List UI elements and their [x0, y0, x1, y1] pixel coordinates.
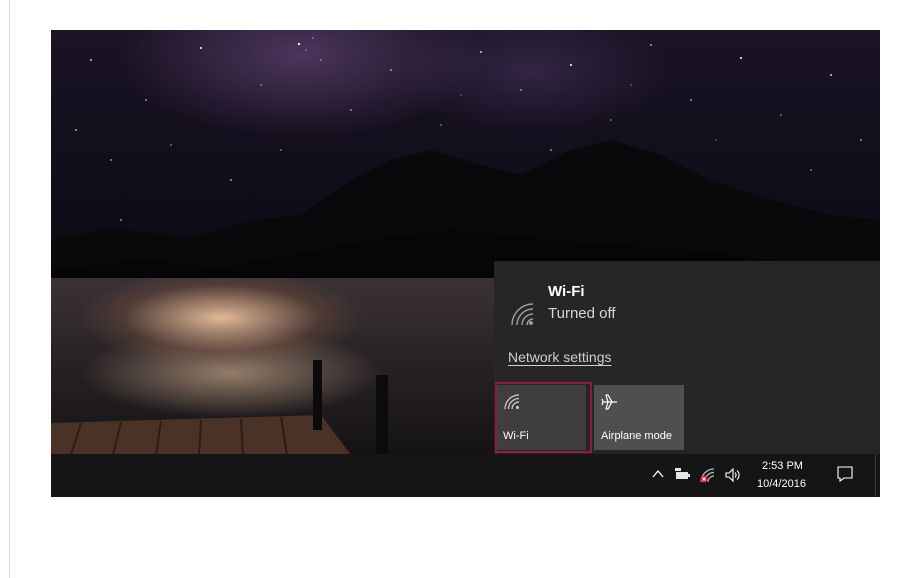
airplane-icon	[601, 394, 617, 410]
network-flyout: Wi-Fi Turned off Network settings Wi-Fi …	[494, 261, 880, 454]
notifications-icon[interactable]	[836, 465, 854, 483]
page-margin-rule	[9, 0, 10, 578]
network-status: Turned off	[548, 305, 616, 322]
dock-post	[313, 360, 322, 430]
wallpaper-dock	[51, 415, 351, 455]
clock-time[interactable]: 2:53 PM	[762, 460, 803, 472]
airplane-mode-tile[interactable]: Airplane mode	[594, 385, 684, 450]
dock-post	[376, 375, 388, 455]
chevron-up-icon[interactable]	[651, 467, 665, 481]
network-settings-link[interactable]: Network settings	[508, 349, 611, 365]
wifi-toggle-tile[interactable]: Wi-Fi	[496, 385, 586, 450]
battery-icon[interactable]	[675, 468, 691, 482]
wifi-tile-label: Wi-Fi	[503, 430, 529, 442]
taskbar: 2:53 PM 10/4/2016	[51, 454, 880, 497]
airplane-tile-label: Airplane mode	[601, 430, 672, 442]
clock-date[interactable]: 10/4/2016	[757, 478, 806, 490]
network-name: Wi-Fi	[548, 283, 585, 300]
show-desktop-edge[interactable]	[875, 454, 876, 497]
wifi-off-icon	[511, 303, 534, 326]
wifi-icon	[504, 394, 520, 410]
desktop-screen: Wi-Fi Turned off Network settings Wi-Fi …	[51, 30, 880, 497]
volume-icon[interactable]	[724, 466, 742, 484]
wifi-off-icon[interactable]	[698, 466, 716, 484]
